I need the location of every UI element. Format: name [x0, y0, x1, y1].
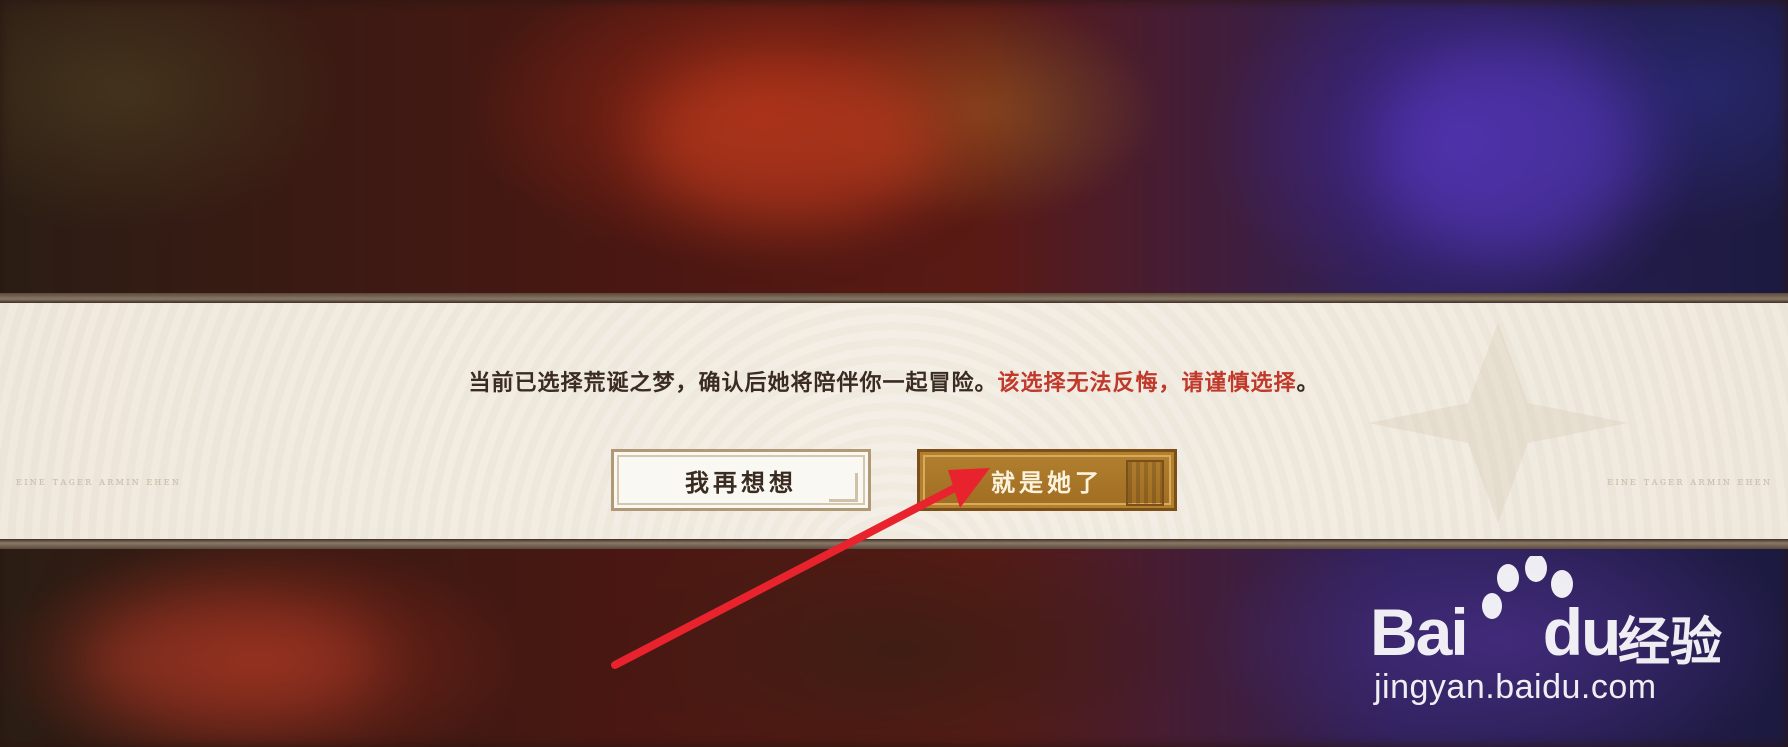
banner-side-text-left: ᴇɪɴᴇ ᴛᴀɢᴇʀ ᴀʀᴍɪɴ ᴇʜᴇɴ — [16, 475, 181, 488]
confirm-button[interactable]: 就是她了 — [917, 449, 1177, 511]
baidu-url: jingyan.baidu.com — [1374, 668, 1657, 706]
star-decoration-icon — [1368, 323, 1628, 523]
baidu-logo-cn: 经验 — [1618, 613, 1723, 673]
banner-top-border — [0, 293, 1788, 303]
banner-body: ᴇɪɴᴇ ᴛᴀɢᴇʀ ᴀʀᴍɪɴ ᴇʜᴇɴ ᴇɪɴᴇ ᴛᴀɢᴇʀ ᴀʀᴍɪɴ ᴇ… — [0, 303, 1788, 539]
confirmation-banner: ᴇɪɴᴇ ᴛᴀɢᴇʀ ᴀʀᴍɪɴ ᴇʜᴇɴ ᴇɪɴᴇ ᴛᴀɢᴇʀ ᴀʀᴍɪɴ ᴇ… — [0, 293, 1788, 549]
message-warning-text: 该选择无法反悔，请谨慎选择 — [997, 371, 1297, 396]
baidu-logo-text: Bai du — [1370, 594, 1622, 670]
reconsider-button[interactable]: 我再想想 — [611, 449, 871, 511]
confirm-button-label: 就是她了 — [991, 468, 1103, 497]
message-main-text: 当前已选择荒诞之梦，确认后她将陪伴你一起冒险。 — [468, 371, 998, 396]
baidu-jingyan-watermark: Bai du 经验 jingyan.baidu.com — [1370, 556, 1770, 716]
reconsider-button-label: 我再想想 — [685, 468, 797, 497]
grid-decoration-icon — [1126, 460, 1164, 506]
baidu-logo-bai: Bai — [1370, 595, 1469, 669]
banner-bottom-border — [0, 539, 1788, 549]
confirmation-message: 当前已选择荒诞之梦，确认后她将陪伴你一起冒险。该选择无法反悔，请谨慎选择。 — [0, 365, 1788, 397]
corner-decoration-icon — [829, 473, 858, 502]
banner-side-text-right: ᴇɪɴᴇ ᴛᴀɢᴇʀ ᴀʀᴍɪɴ ᴇʜᴇɴ — [1607, 475, 1772, 488]
message-end-punct: 。 — [1296, 371, 1320, 396]
baidu-logo-du: du — [1542, 595, 1622, 669]
